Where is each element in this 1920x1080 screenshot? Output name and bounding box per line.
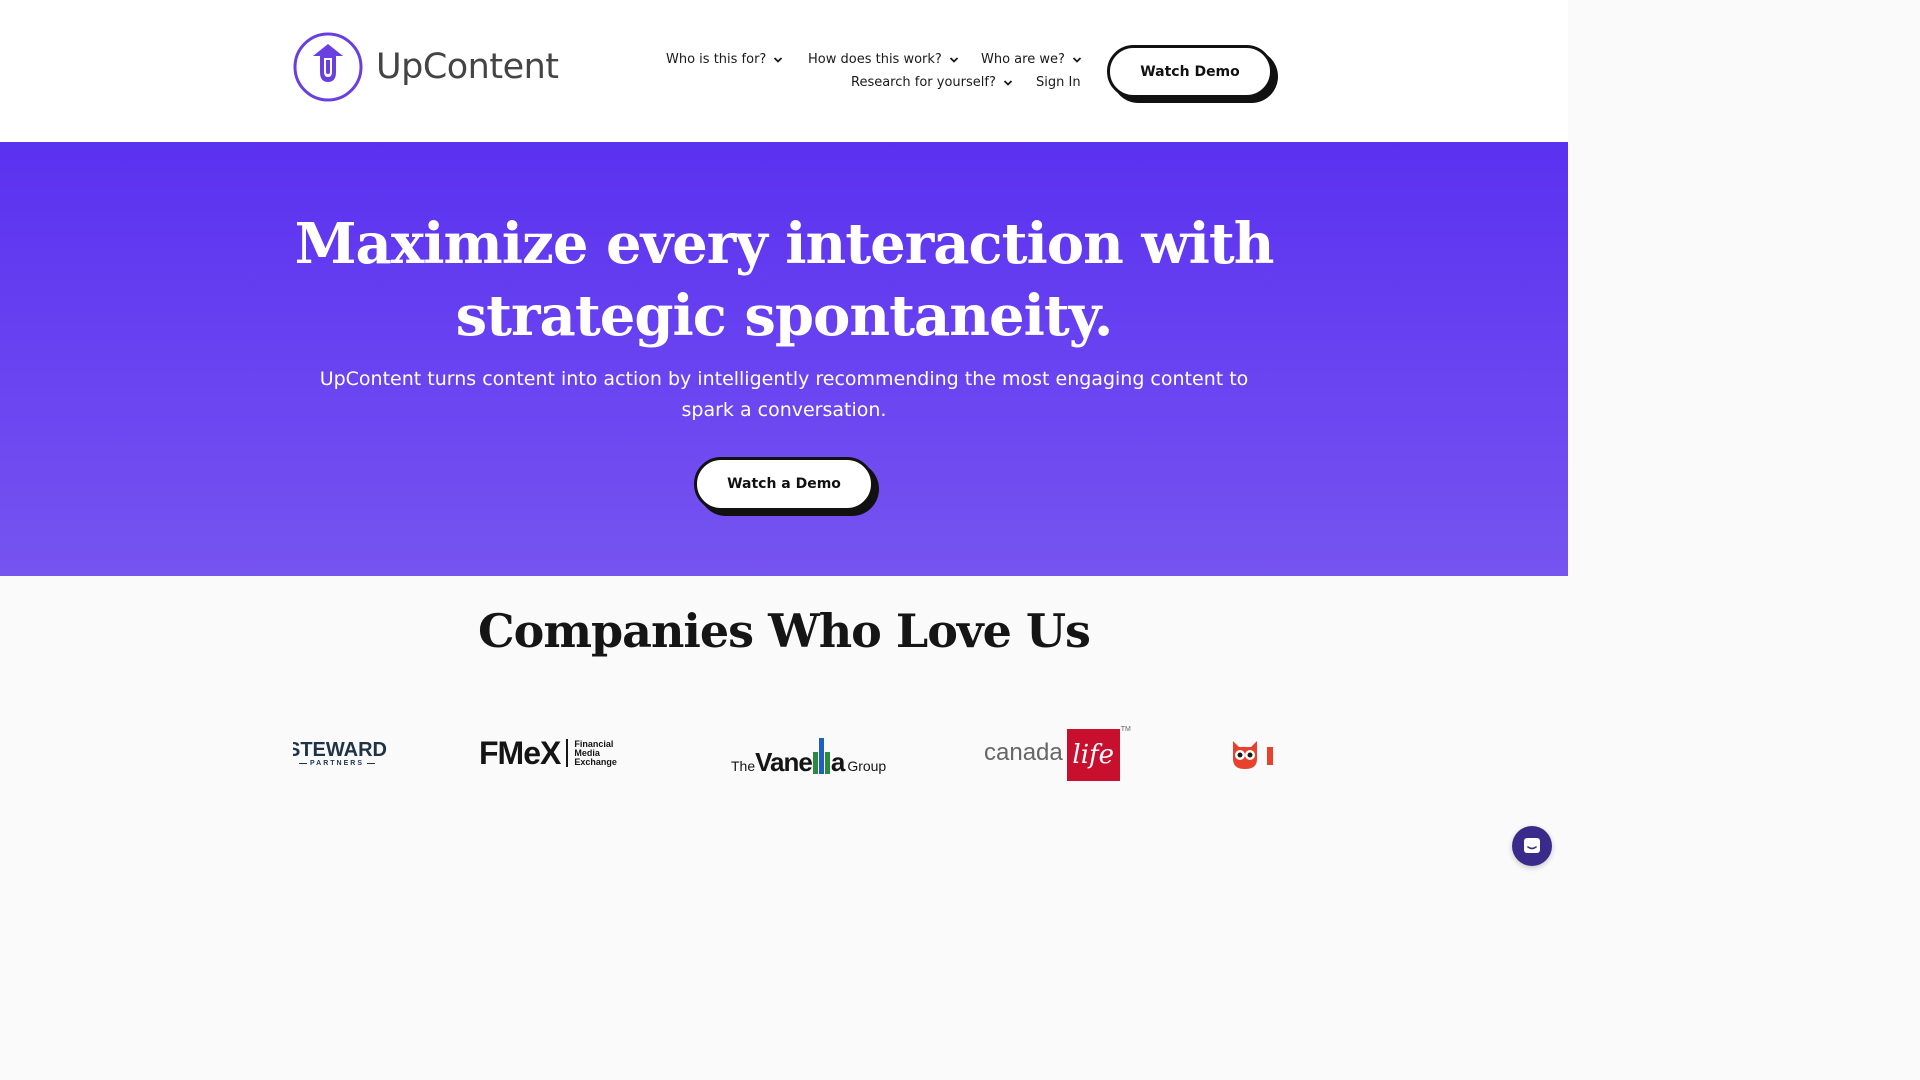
steward-partners-logo: STEWARD PARTNERS bbox=[293, 718, 387, 788]
hero-title: Maximize every interaction with strategi… bbox=[0, 208, 1568, 352]
nav-label: Sign In bbox=[1036, 75, 1081, 90]
hero-subtitle-line1: UpContent turns content into action by i… bbox=[319, 368, 1249, 390]
chevron-down-icon bbox=[949, 56, 958, 63]
brand-logo[interactable]: UpContent bbox=[293, 32, 559, 102]
hero-title-line1: Maximize every interaction with bbox=[294, 211, 1275, 277]
chevron-down-icon bbox=[1072, 56, 1082, 63]
owl-logo bbox=[1229, 718, 1273, 788]
chat-icon bbox=[1524, 838, 1540, 853]
nav-who-are-we[interactable]: Who are we? bbox=[981, 52, 1082, 67]
chevron-down-icon bbox=[774, 56, 783, 63]
hero-subtitle-line2: spark a conversation. bbox=[681, 399, 887, 421]
nav-label: Who are we? bbox=[981, 52, 1065, 67]
owl-icon bbox=[1233, 741, 1273, 769]
hero-section: Maximize every interaction with strategi… bbox=[0, 142, 1568, 576]
nav-label: Research for yourself? bbox=[851, 75, 996, 90]
hero-title-line2: strategic spontaneity. bbox=[455, 283, 1114, 349]
hero-subtitle: UpContent turns content into action by i… bbox=[300, 364, 1268, 426]
companies-heading: Companies Who Love Us bbox=[478, 604, 1091, 658]
nav-research-for-yourself[interactable]: Research for yourself? bbox=[851, 75, 1013, 90]
upcontent-logo-icon bbox=[293, 32, 363, 102]
nav-label: How does this work? bbox=[808, 52, 942, 67]
steward-text: STEWARD bbox=[293, 738, 387, 761]
site-header: UpContent Who is this for? How does this… bbox=[0, 0, 1568, 142]
watch-demo-button[interactable]: Watch Demo bbox=[1107, 45, 1273, 98]
steward-subtext: PARTNERS bbox=[299, 760, 375, 767]
vanella-bars bbox=[812, 738, 830, 774]
brand-name: UpContent bbox=[376, 47, 559, 87]
chat-launcher-button[interactable] bbox=[1512, 826, 1552, 866]
nav-sign-in[interactable]: Sign In bbox=[1036, 75, 1081, 90]
nav-how-does-this-work[interactable]: How does this work? bbox=[808, 52, 959, 67]
canada-life-red-box: life bbox=[1066, 729, 1120, 781]
nav-label: Who is this for? bbox=[666, 52, 767, 67]
watch-a-demo-button[interactable]: Watch a Demo bbox=[694, 457, 874, 511]
canada-life-logo: canada life TM bbox=[984, 718, 1131, 788]
company-logo-carousel: STEWARD PARTNERS FMeX Financial Media Ex… bbox=[293, 718, 1273, 788]
vanella-group-logo: The Vane a Group bbox=[731, 718, 886, 788]
chevron-down-icon bbox=[1003, 79, 1013, 86]
nav-who-is-this-for[interactable]: Who is this for? bbox=[666, 52, 783, 67]
fmex-logo: FMeX Financial Media Exchange bbox=[479, 718, 617, 788]
fmex-subtext: Financial Media Exchange bbox=[574, 738, 617, 767]
fmex-text: FMeX bbox=[479, 734, 561, 771]
